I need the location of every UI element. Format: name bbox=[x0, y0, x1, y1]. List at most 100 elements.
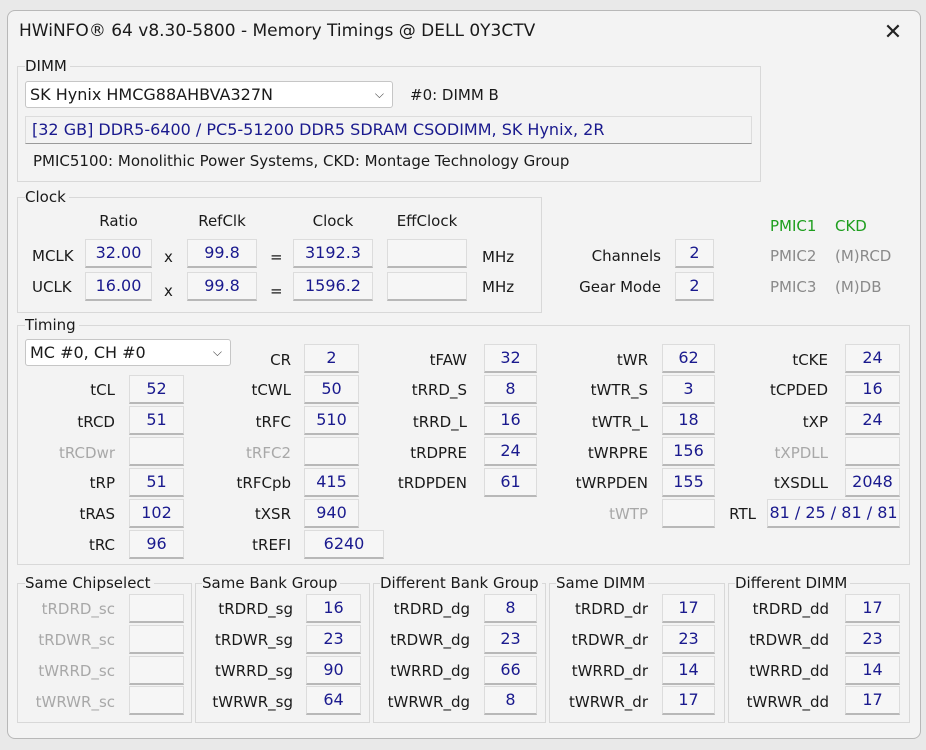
uclk-clock: 1596.2 bbox=[293, 272, 373, 301]
diff-bank-group-label: Different Bank Group bbox=[380, 573, 542, 593]
trc-value: 96 bbox=[129, 530, 184, 559]
uclk-unit: MHz bbox=[482, 278, 515, 296]
channels-value: 2 bbox=[675, 239, 714, 268]
twtr-s-label: tWTR_S bbox=[590, 381, 648, 399]
pmic3-status: PMIC3 bbox=[770, 278, 817, 296]
ckd-status: CKD bbox=[835, 217, 867, 235]
twrrd-dd-value: 14 bbox=[845, 656, 900, 685]
dimm-slot: #0: DIMM B bbox=[410, 86, 499, 104]
same-chipselect-label: Same Chipselect bbox=[25, 573, 154, 593]
same-dimm-label: Same DIMM bbox=[556, 573, 649, 593]
txp-label: tXP bbox=[802, 413, 828, 431]
close-icon[interactable]: ✕ bbox=[870, 14, 916, 52]
mclk-unit: MHz bbox=[482, 248, 515, 266]
trdpden-label: tRDPDEN bbox=[397, 474, 467, 492]
tcwl-label: tCWL bbox=[251, 381, 291, 399]
trfc2-value bbox=[304, 437, 359, 466]
effclock-header: EffClock bbox=[396, 212, 458, 230]
trrd-s-label: tRRD_S bbox=[411, 381, 467, 399]
mdb-status: (M)DB bbox=[835, 278, 882, 296]
twrwr-dd-value: 17 bbox=[845, 686, 900, 715]
tras-label: tRAS bbox=[79, 505, 115, 523]
twrpden-label: tWRPDEN bbox=[575, 474, 648, 492]
clock-header: Clock bbox=[312, 212, 354, 230]
trfc2-label: tRFC2 bbox=[246, 444, 291, 462]
trfcpb-value: 415 bbox=[304, 468, 359, 497]
trcd-value: 51 bbox=[129, 406, 184, 435]
clock-group-label: Clock bbox=[25, 187, 69, 207]
twtr-l-label: tWTR_L bbox=[591, 413, 648, 431]
trdwr-sg-value: 23 bbox=[306, 625, 361, 654]
trdrd-sc-value bbox=[129, 594, 184, 623]
trdwr-dr-value: 23 bbox=[662, 625, 715, 654]
trdrd-dg-label: tRDRD_dg bbox=[393, 600, 470, 618]
trefi-label: tREFI bbox=[252, 536, 291, 554]
tcl-value: 52 bbox=[129, 375, 184, 404]
mclk-clock: 3192.3 bbox=[293, 239, 373, 268]
diff-dimm-label: Different DIMM bbox=[735, 573, 851, 593]
txp-value: 24 bbox=[845, 406, 900, 435]
twrrd-dd-label: tWRRD_dd bbox=[749, 662, 829, 680]
twtr-l-value: 18 bbox=[662, 406, 715, 435]
txsdll-label: tXSDLL bbox=[774, 474, 828, 492]
mclk-effclock bbox=[387, 239, 467, 268]
twrwr-sg-value: 64 bbox=[306, 686, 361, 715]
cr-label: CR bbox=[270, 351, 291, 369]
txsdll-value: 2048 bbox=[845, 468, 900, 497]
tras-value: 102 bbox=[129, 499, 184, 528]
trdpre-value: 24 bbox=[484, 437, 537, 466]
twtr-s-value: 3 bbox=[662, 375, 715, 404]
txpdll-value bbox=[845, 437, 900, 466]
trdpre-label: tRDPRE bbox=[410, 444, 467, 462]
rtl-label: RTL bbox=[729, 505, 756, 523]
twrwr-dd-label: tWRWR_dd bbox=[746, 693, 829, 711]
channel-select-value: MC #0, CH #0 bbox=[30, 343, 146, 362]
twr-label: tWR bbox=[616, 351, 648, 369]
cr-value: 2 bbox=[304, 344, 359, 373]
trcdwr-value bbox=[129, 437, 184, 466]
txpdll-label: tXPDLL bbox=[774, 444, 828, 462]
tfaw-label: tFAW bbox=[429, 351, 467, 369]
twrwr-dg-value: 8 bbox=[484, 686, 537, 715]
twrpden-value: 155 bbox=[662, 468, 715, 497]
equals-sign: = bbox=[270, 248, 283, 266]
trdrd-sc-label: tRDRD_sc bbox=[41, 600, 115, 618]
trc-label: tRC bbox=[88, 536, 115, 554]
uclk-ratio: 16.00 bbox=[85, 272, 152, 301]
rtl-value: 81 / 25 / 81 / 81 bbox=[767, 499, 900, 528]
txsr-label: tXSR bbox=[254, 505, 291, 523]
twrwr-dr-value: 17 bbox=[662, 686, 715, 715]
twrpre-value: 156 bbox=[662, 437, 715, 466]
dimm-pmic-info: PMIC5100: Monolithic Power Systems, CKD:… bbox=[33, 152, 570, 170]
trcd-label: tRCD bbox=[77, 413, 115, 431]
twrrd-dr-label: tWRRD_dr bbox=[571, 662, 648, 680]
tcl-label: tCL bbox=[90, 381, 115, 399]
twrwr-dg-label: tWRWR_dg bbox=[387, 693, 470, 711]
trdrd-dg-value: 8 bbox=[484, 594, 537, 623]
dimm-module-select[interactable]: SK Hynix HMCG88AHBVA327N ⌵ bbox=[25, 81, 393, 108]
refclk-header: RefClk bbox=[198, 212, 246, 230]
channels-label: Channels bbox=[591, 247, 661, 265]
tcke-label: tCKE bbox=[792, 351, 828, 369]
mult-sign: x bbox=[164, 282, 173, 300]
trdwr-dr-label: tRDWR_dr bbox=[571, 631, 648, 649]
uclk-label: UCLK bbox=[32, 278, 72, 296]
tcke-value: 24 bbox=[845, 344, 900, 373]
trp-label: tRP bbox=[89, 474, 115, 492]
equals-sign: = bbox=[270, 282, 283, 300]
twrrd-sc-label: tWRRD_sc bbox=[38, 662, 115, 680]
uclk-refclk: 99.8 bbox=[187, 272, 257, 301]
dimm-description: [32 GB] DDR5-6400 / PC5-51200 DDR5 SDRAM… bbox=[25, 116, 752, 144]
pmic2-status: PMIC2 bbox=[770, 247, 817, 265]
gear-mode-label: Gear Mode bbox=[579, 278, 661, 296]
twr-value: 62 bbox=[662, 344, 715, 373]
trp-value: 51 bbox=[129, 468, 184, 497]
mult-sign: x bbox=[164, 248, 173, 266]
twrwr-dr-label: tWRWR_dr bbox=[569, 693, 648, 711]
trdrd-sg-value: 16 bbox=[306, 594, 361, 623]
twrrd-sg-label: tWRRD_sg bbox=[215, 662, 293, 680]
twrpre-label: tWRPRE bbox=[587, 444, 648, 462]
twtp-value bbox=[662, 499, 715, 528]
twrwr-sc-value bbox=[129, 686, 184, 715]
trrd-s-value: 8 bbox=[484, 375, 537, 404]
